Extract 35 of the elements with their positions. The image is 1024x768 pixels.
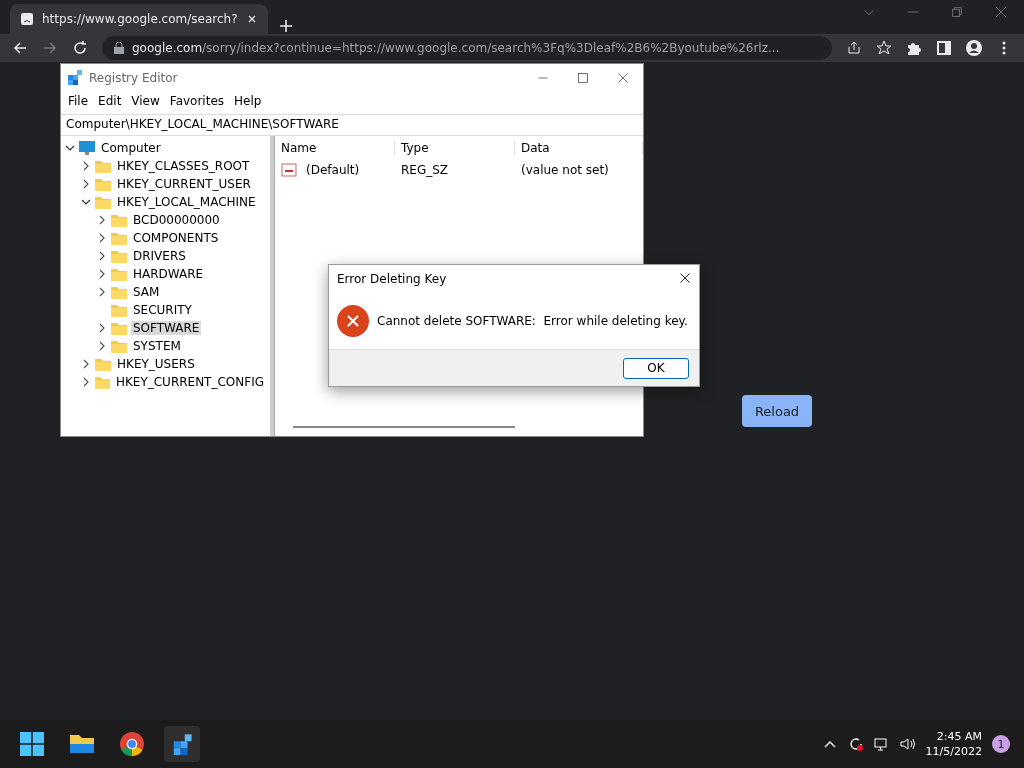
menu-item[interactable]: Favorites: [166, 94, 228, 112]
window-title: Registry Editor: [89, 71, 178, 85]
tree-item[interactable]: HKEY_USERS: [115, 357, 197, 371]
error-message: Cannot delete SOFTWARE: Error while deleting key.: [377, 314, 688, 328]
tree-item[interactable]: SYSTEM: [131, 339, 183, 353]
reload-button[interactable]: Reload: [742, 395, 812, 427]
tree-item[interactable]: SAM: [131, 285, 162, 299]
tree-item[interactable]: BCD00000000: [131, 213, 222, 227]
ok-button[interactable]: OK: [623, 357, 689, 379]
tree-item[interactable]: COMPONENTS: [131, 231, 221, 245]
tree-item[interactable]: SECURITY: [131, 303, 194, 317]
tree-item[interactable]: HKEY_CLASSES_ROOT: [115, 159, 252, 173]
dialog-title: Error Deleting Key: [337, 272, 447, 286]
menu-item[interactable]: View: [128, 94, 163, 112]
address-field[interactable]: Computer\HKEY_LOCAL_MACHINE\SOFTWARE: [61, 114, 643, 136]
tree-item[interactable]: Computer: [99, 141, 163, 155]
tree-item[interactable]: HKEY_CURRENT_CONFIG: [113, 375, 266, 389]
column-header[interactable]: Type: [395, 141, 515, 155]
table-cell-text: REG_SZ: [400, 163, 450, 177]
menu-item[interactable]: Help: [231, 94, 265, 112]
table-cell-text: (value not set): [520, 163, 610, 177]
clock[interactable]: 2:45 AM 11/5/2022: [925, 729, 982, 759]
column-header[interactable]: Data: [515, 141, 643, 155]
notification-badge[interactable]: 1: [992, 735, 1010, 753]
table-cell-text: (Default): [305, 163, 360, 177]
menu-item[interactable]: File: [65, 94, 92, 112]
menu-item[interactable]: Edit: [95, 94, 125, 112]
address-bar[interactable]: google.com/sorry/index?continue=https://www.google.com/search%3Fq%3Dleaf%2B6%2Byoutube%26rlz...: [102, 36, 832, 60]
tree-item[interactable]: HKEY_CURRENT_USER: [115, 177, 253, 191]
column-header[interactable]: Name: [275, 141, 395, 155]
tree-item[interactable]: HKEY_LOCAL_MACHINE: [115, 195, 258, 209]
tree-item[interactable]: HARDWARE: [131, 267, 206, 281]
tree-item[interactable]: DRIVERS: [131, 249, 188, 263]
browser-tab[interactable]: https://www.google.com/search?: [10, 4, 268, 34]
tree-item[interactable]: SOFTWARE: [131, 321, 202, 335]
